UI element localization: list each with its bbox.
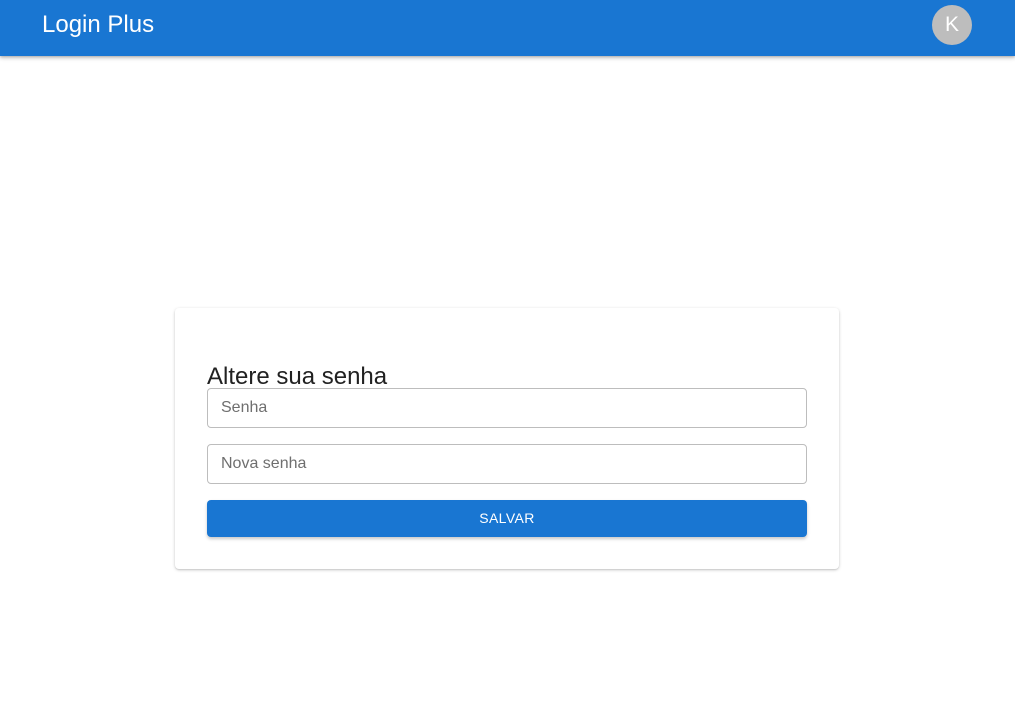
new-password-input[interactable]	[207, 444, 807, 484]
app-title: Login Plus	[42, 11, 155, 38]
user-avatar[interactable]: K	[932, 5, 972, 45]
app-bar: Login Plus K	[0, 0, 1015, 56]
change-password-card: Altere sua senha SALVAR	[175, 308, 839, 569]
password-input[interactable]	[207, 388, 807, 428]
main-content: Altere sua senha SALVAR	[0, 56, 1015, 702]
save-button[interactable]: SALVAR	[207, 500, 807, 537]
